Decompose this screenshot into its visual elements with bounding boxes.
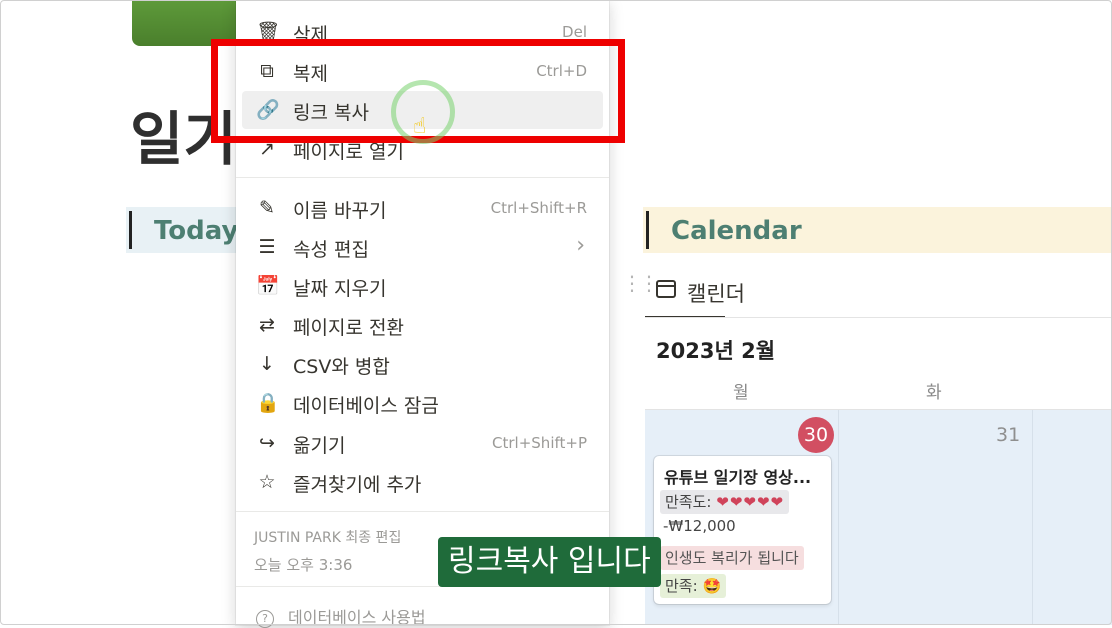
help-label: 데이터베이스 사용법 bbox=[288, 608, 426, 627]
menu-item-turn-into-page[interactable]: ⇄ 페이지로 전환 bbox=[242, 306, 603, 344]
tab-divider bbox=[645, 317, 1112, 318]
menu-divider bbox=[236, 511, 609, 512]
calendar-icon bbox=[656, 280, 676, 298]
hearts-rating: ❤❤❤❤❤ bbox=[716, 493, 785, 511]
shortcut: Ctrl+Shift+P bbox=[492, 434, 587, 452]
menu-item-add-favorite[interactable]: ☆ 즐겨찾기에 추가 bbox=[242, 463, 603, 501]
satisfaction-tag: 만족도: ❤❤❤❤❤ bbox=[660, 490, 790, 514]
calendar-section-header: Calendar bbox=[643, 207, 1112, 253]
note-tag: 인생도 복리가 됩니다 bbox=[660, 546, 804, 570]
menu-item-merge-csv[interactable]: ↓ CSV와 병합 bbox=[242, 345, 603, 383]
expense-amount: -₩12,000 bbox=[663, 517, 736, 535]
menu-item-label: CSV와 병합 bbox=[293, 356, 390, 378]
chevron-right-icon: › bbox=[576, 233, 585, 258]
menu-item-label: 데이터베이스 잠금 bbox=[293, 395, 439, 417]
menu-item-rename[interactable]: ✎ 이름 바꾸기 Ctrl+Shift+R bbox=[242, 189, 603, 227]
date-number: 31 bbox=[996, 424, 1021, 446]
drag-handle-icon[interactable]: ⋮⋮ bbox=[622, 273, 659, 293]
menu-item-database-help[interactable]: ? 데이터베이스 사용법 bbox=[256, 604, 426, 628]
menu-item-label: 이름 바꾸기 bbox=[293, 200, 387, 222]
card-title: 유튜브 일기장 영상... bbox=[664, 468, 812, 487]
mood-label: 만족: bbox=[665, 577, 698, 595]
shortcut: Ctrl+Shift+R bbox=[490, 199, 587, 217]
lock-icon: 🔒 bbox=[256, 392, 280, 414]
menu-item-move[interactable]: ↪ 옮기기 Ctrl+Shift+P bbox=[242, 424, 603, 462]
menu-item-lock-database[interactable]: 🔒 데이터베이스 잠금 bbox=[242, 384, 603, 422]
satisfaction-label: 만족도: bbox=[665, 493, 712, 511]
tab-calendar-view[interactable]: 캘린더 bbox=[645, 270, 745, 318]
calendar-entry-card[interactable]: 유튜브 일기장 영상... 만족도: ❤❤❤❤❤ -₩12,000 인생도 복리… bbox=[654, 456, 831, 604]
list-icon: ☰ bbox=[258, 236, 276, 258]
calendar-month: 2023년 2월 bbox=[656, 339, 776, 363]
last-edited-by: JUSTIN PARK 최종 편집 bbox=[254, 530, 402, 546]
hand-cursor-icon: ☝ bbox=[413, 114, 427, 139]
header-accent-bar bbox=[646, 211, 649, 249]
today-date-badge: 30 bbox=[798, 417, 834, 453]
mood-emoji-icon: 🤩 bbox=[702, 577, 722, 595]
last-edited-time: 오늘 오후 3:36 bbox=[254, 556, 353, 574]
calendar-clear-icon: 📅 bbox=[256, 275, 280, 297]
rename-icon: ✎ bbox=[259, 197, 275, 219]
weekday-mon: 월 bbox=[733, 383, 749, 403]
menu-item-clear-date[interactable]: 📅 날짜 지우기 bbox=[242, 267, 603, 305]
menu-item-edit-properties[interactable]: ☰ 속성 편집 › bbox=[242, 228, 603, 266]
download-icon: ↓ bbox=[259, 353, 275, 375]
today-header-label: Today bbox=[154, 216, 239, 246]
weekday-tue: 화 bbox=[926, 383, 942, 403]
tab-label: 캘린더 bbox=[687, 282, 745, 306]
star-icon: ☆ bbox=[258, 471, 276, 493]
calendar-header-label: Calendar bbox=[671, 216, 802, 246]
menu-item-label: 즐겨찾기에 추가 bbox=[293, 474, 422, 496]
calendar-day-cell[interactable] bbox=[1033, 410, 1112, 625]
menu-item-label: 날짜 지우기 bbox=[293, 278, 387, 300]
menu-divider bbox=[236, 177, 609, 178]
convert-icon: ⇄ bbox=[259, 314, 275, 336]
move-icon: ↪ bbox=[259, 432, 275, 454]
header-accent-bar bbox=[129, 211, 132, 249]
mood-tag: 만족: 🤩 bbox=[660, 574, 727, 598]
menu-item-label: 속성 편집 bbox=[293, 239, 369, 261]
menu-item-label: 옮기기 bbox=[293, 435, 346, 457]
menu-item-label: 페이지로 전환 bbox=[293, 317, 404, 339]
video-subtitle: 링크복사 입니다 bbox=[438, 537, 661, 587]
